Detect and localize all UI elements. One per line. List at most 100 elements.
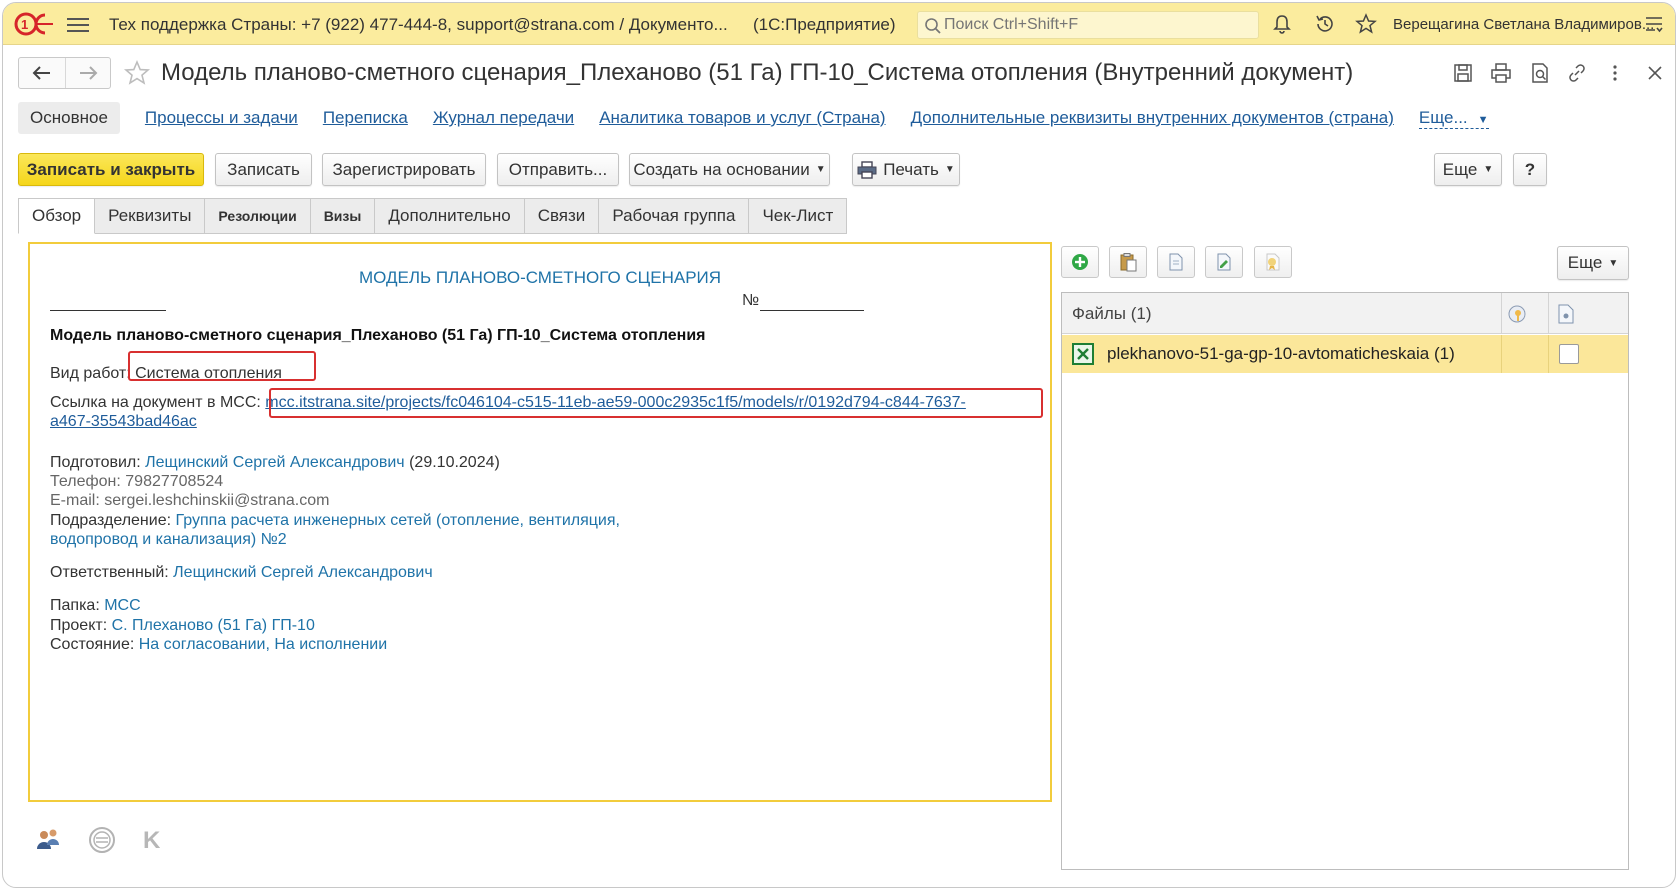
paste-file-button[interactable] <box>1109 246 1147 278</box>
tab-work-group[interactable]: Рабочая группа <box>599 198 750 234</box>
preview-icon[interactable] <box>1528 61 1552 85</box>
column-divider <box>1501 293 1502 334</box>
link-icon[interactable] <box>1565 61 1589 85</box>
section-more-label: Еще... <box>1418 107 1468 127</box>
chevron-down-icon: ▼ <box>815 164 826 175</box>
chevron-down-icon: ▼ <box>1608 257 1619 269</box>
register-button[interactable]: Зарегистрировать <box>322 153 486 186</box>
files-more-button[interactable]: Еще ▼ <box>1557 246 1629 280</box>
close-icon[interactable] <box>1643 61 1667 85</box>
more-button[interactable]: Еще ▼ <box>1434 153 1502 186</box>
back-button[interactable] <box>19 58 65 88</box>
sign-file-button[interactable] <box>1254 246 1292 278</box>
current-user[interactable]: Верещагина Светлана Владимиров... <box>1393 16 1654 33</box>
users-icon[interactable] <box>33 825 63 855</box>
responsible-label: Ответственный: <box>50 564 169 581</box>
files-table[interactable]: Файлы (1) plekhanovo-51-ga-gp-10-avtomat… <box>1061 292 1629 870</box>
arrow-left-icon <box>32 66 50 80</box>
main-menu-icon[interactable] <box>67 14 89 34</box>
department-value-line2[interactable]: водопровод и канализация) №2 <box>50 531 287 549</box>
column-divider <box>1501 335 1502 373</box>
number-underline <box>760 310 864 311</box>
search-icon <box>925 18 941 34</box>
project-line: Проект: С. Плеханово (51 Га) ГП-10 <box>50 617 315 635</box>
clipboard-icon <box>1120 253 1137 272</box>
mss-link-highlight <box>269 388 1043 418</box>
table-row[interactable]: plekhanovo-51-ga-gp-10-avtomaticheskaia … <box>1062 335 1628 373</box>
create-based-on-button[interactable]: Создать на основании ▼ <box>629 153 830 186</box>
tab-additional[interactable]: Дополнительно <box>375 198 525 234</box>
state-label: Состояние: <box>50 636 135 653</box>
global-search[interactable] <box>917 11 1259 39</box>
print-label: Печать <box>883 159 939 179</box>
section-analytics[interactable]: Аналитика товаров и услуг (Страна) <box>599 108 885 128</box>
project-label: Проект: <box>50 617 108 634</box>
print-icon[interactable] <box>1489 61 1513 85</box>
work-type-highlight <box>128 351 316 381</box>
section-correspondence[interactable]: Переписка <box>323 108 408 128</box>
folder-value[interactable]: МСС <box>104 597 140 614</box>
status-stamp-icon[interactable] <box>87 825 117 855</box>
document-preview: МОДЕЛЬ ПЛАНОВО-СМЕТНОГО СЦЕНАРИЯ № Модел… <box>28 242 1052 802</box>
file-checkbox[interactable] <box>1559 344 1579 364</box>
settings-menu-icon[interactable] <box>1643 13 1665 35</box>
file-name[interactable]: plekhanovo-51-ga-gp-10-avtomaticheskaia … <box>1107 344 1455 364</box>
add-file-button[interactable] <box>1061 246 1099 278</box>
department-label: Подразделение: <box>50 512 172 529</box>
save-disk-icon[interactable] <box>1451 61 1475 85</box>
notifications-bell-icon[interactable] <box>1271 13 1293 35</box>
form-tabs: Обзор Реквизиты Резолюции Визы Дополните… <box>18 198 848 234</box>
mss-link-label: Ссылка на документ в МСС: <box>50 394 261 411</box>
mss-link-line2: a467-35543bad46ac <box>50 413 197 431</box>
section-transfer-log[interactable]: Журнал передачи <box>433 108 574 128</box>
more-actions-icon[interactable] <box>1603 61 1627 85</box>
forward-button[interactable] <box>64 58 111 88</box>
document-title: Модель планово-сметного сценария_Плехано… <box>161 59 1354 86</box>
window-frame: 1 Тех поддержка Страны: +7 (922) 477-444… <box>2 2 1676 888</box>
history-icon[interactable] <box>1314 13 1336 35</box>
state-line: Состояние: На согласовании, На исполнени… <box>50 636 387 654</box>
responsible-line: Ответственный: Лещинский Сергей Александ… <box>50 564 433 582</box>
form-sections: Основное Процессы и задачи Переписка Жур… <box>18 101 1489 135</box>
send-button[interactable]: Отправить... <box>497 153 619 186</box>
work-type-label: Вид работ: <box>50 365 131 382</box>
prepared-name[interactable]: Лещинский Сергей Александрович <box>145 454 405 471</box>
section-main[interactable]: Основное <box>18 102 120 134</box>
create-based-on-label: Создать на основании <box>633 159 810 179</box>
save-and-close-button[interactable]: Записать и закрыть <box>18 153 204 186</box>
state-value[interactable]: На согласовании, На исполнении <box>139 636 387 653</box>
help-button[interactable]: ? <box>1513 153 1547 186</box>
department-value[interactable]: Группа расчета инженерных сетей (отоплен… <box>176 512 620 529</box>
tab-checklist[interactable]: Чек-Лист <box>749 198 848 234</box>
tab-requisites[interactable]: Реквизиты <box>95 198 206 234</box>
tab-links[interactable]: Связи <box>524 198 600 234</box>
encryption-status-icon[interactable] <box>1506 303 1528 325</box>
print-button[interactable]: Печать ▼ <box>852 153 960 186</box>
prepared-line: Подготовил: Лещинский Сергей Александров… <box>50 454 500 472</box>
section-more-menu[interactable]: Еще... ▼ <box>1418 107 1489 129</box>
files-column-header[interactable]: Файлы (1) <box>1072 304 1152 324</box>
signature-icon <box>1266 253 1280 271</box>
top-bar: 1 Тех поддержка Страны: +7 (922) 477-444… <box>3 3 1675 45</box>
add-favorite-star-icon[interactable] <box>123 59 151 87</box>
favorites-star-icon[interactable] <box>1355 13 1377 35</box>
open-file-button[interactable] <box>1157 246 1195 278</box>
folder-label: Папка: <box>50 597 100 614</box>
signed-status-icon[interactable] <box>1556 303 1576 325</box>
section-additional-props[interactable]: Дополнительные реквизиты внутренних доку… <box>911 108 1394 128</box>
1c-logo-icon[interactable]: 1 <box>13 11 57 37</box>
k-icon[interactable]: K <box>143 827 160 855</box>
edit-file-button[interactable] <box>1205 246 1243 278</box>
tab-visas[interactable]: Визы <box>310 198 376 234</box>
add-circle-icon <box>1072 254 1088 270</box>
chevron-down-icon: ▼ <box>1477 113 1489 126</box>
tab-resolutions[interactable]: Резолюции <box>205 198 311 234</box>
tab-overview[interactable]: Обзор <box>18 198 96 234</box>
mss-link-continuation[interactable]: a467-35543bad46ac <box>50 413 197 430</box>
save-button[interactable]: Записать <box>215 153 312 186</box>
project-value[interactable]: С. Плеханово (51 Га) ГП-10 <box>112 617 315 634</box>
responsible-name[interactable]: Лещинский Сергей Александрович <box>173 564 433 581</box>
section-processes[interactable]: Процессы и задачи <box>145 108 298 128</box>
app-name: (1С:Предприятие) <box>753 15 896 34</box>
search-input[interactable] <box>944 14 1244 36</box>
